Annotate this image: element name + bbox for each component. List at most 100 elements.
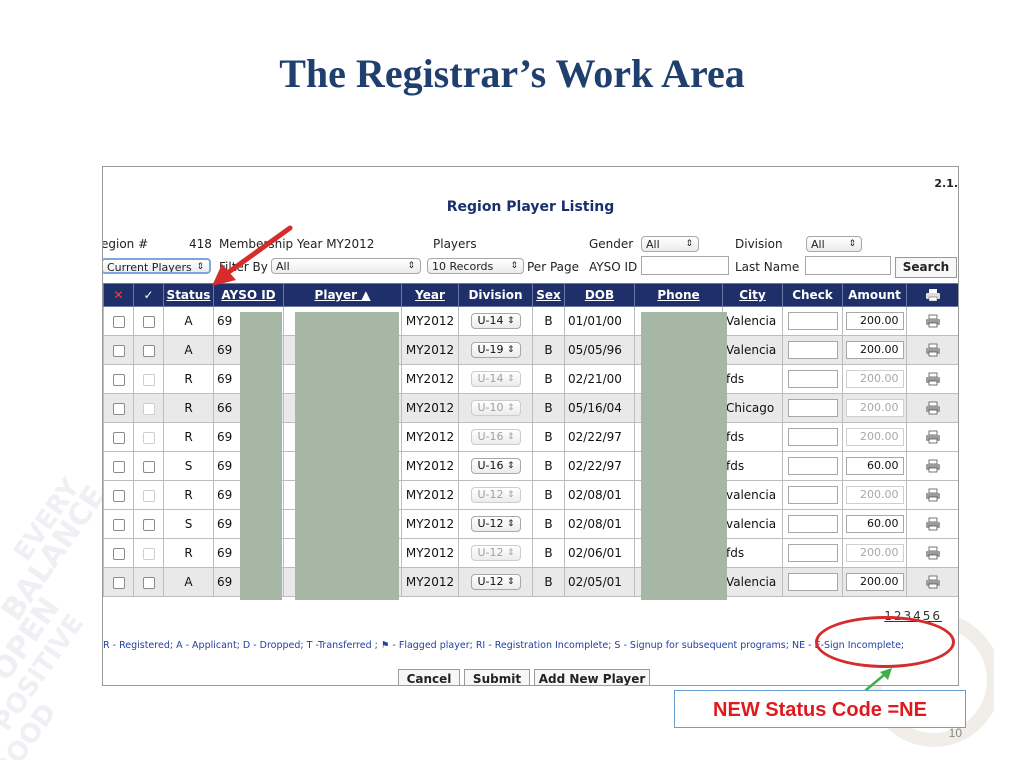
delete-cell[interactable]	[103, 451, 134, 481]
division-select[interactable]: U-14 ⇕	[470, 371, 521, 387]
select-cell[interactable]	[133, 306, 164, 336]
print-cell[interactable]	[906, 393, 958, 423]
select-checkbox[interactable]	[142, 344, 155, 357]
division-select[interactable]: U-16 ⇕	[470, 429, 521, 445]
print-cell[interactable]	[906, 567, 958, 597]
print-cell[interactable]	[906, 422, 958, 452]
division-select[interactable]: U-12 ⇕	[470, 516, 521, 532]
delete-checkbox[interactable]	[112, 431, 125, 444]
print-cell[interactable]	[906, 306, 958, 336]
delete-checkbox[interactable]	[112, 315, 125, 328]
select-cell[interactable]	[133, 451, 164, 481]
amount-input[interactable]: 200.00	[845, 486, 904, 504]
check-number-input[interactable]	[787, 312, 838, 330]
division-select[interactable]: U-14 ⇕	[470, 313, 521, 329]
year-header[interactable]: Year	[401, 283, 459, 307]
check-number-input[interactable]	[787, 573, 838, 591]
search-button[interactable]: Search	[895, 257, 957, 278]
division-select[interactable]: U-12 ⇕	[470, 487, 521, 503]
check-number-input[interactable]	[787, 399, 838, 417]
print-all-header[interactable]	[906, 283, 958, 307]
check-number-input[interactable]	[787, 341, 838, 359]
delete-checkbox[interactable]	[112, 576, 125, 589]
select-checkbox[interactable]	[142, 402, 155, 415]
select-checkbox[interactable]	[142, 489, 155, 502]
division-select[interactable]: U-12 ⇕	[470, 545, 521, 561]
filter-by-select[interactable]: All ⇕	[271, 258, 421, 274]
division-select[interactable]: U-12 ⇕	[470, 574, 521, 590]
select-cell[interactable]	[133, 538, 164, 568]
print-cell[interactable]	[906, 509, 958, 539]
status-header[interactable]: Status	[163, 283, 214, 307]
last-name-input[interactable]	[805, 256, 891, 275]
delete-cell[interactable]	[103, 393, 134, 423]
delete-cell[interactable]	[103, 538, 134, 568]
check-number-input[interactable]	[787, 428, 838, 446]
records-per-page-select[interactable]: 10 Records ⇕	[427, 258, 524, 274]
check-number-input[interactable]	[787, 486, 838, 504]
division-select[interactable]: U-19 ⇕	[470, 342, 521, 358]
amount-input[interactable]: 200.00	[845, 341, 904, 359]
add-new-player-button[interactable]: Add New Player	[534, 669, 650, 685]
gender-select[interactable]: All ⇕	[641, 236, 699, 252]
select-cell[interactable]	[133, 364, 164, 394]
select-checkbox[interactable]	[142, 576, 155, 589]
amount-input[interactable]: 200.00	[845, 399, 904, 417]
print-cell[interactable]	[906, 480, 958, 510]
select-checkbox[interactable]	[142, 315, 155, 328]
division-filter-select[interactable]: All ⇕	[806, 236, 862, 252]
sex-header[interactable]: Sex	[532, 283, 565, 307]
delete-cell[interactable]	[103, 567, 134, 597]
delete-cell[interactable]	[103, 364, 134, 394]
check-number-input[interactable]	[787, 544, 838, 562]
delete-checkbox[interactable]	[112, 373, 125, 386]
city-header[interactable]: City	[722, 283, 783, 307]
delete-checkbox[interactable]	[112, 518, 125, 531]
check-number-input[interactable]	[787, 457, 838, 475]
check-number-input[interactable]	[787, 515, 838, 533]
amount-input[interactable]: 200.00	[845, 370, 904, 388]
select-checkbox[interactable]	[142, 460, 155, 473]
delete-cell[interactable]	[103, 509, 134, 539]
players-select[interactable]: Current Players ⇕	[103, 258, 211, 274]
division-select[interactable]: U-10 ⇕	[470, 400, 521, 416]
print-cell[interactable]	[906, 335, 958, 365]
delete-column-header[interactable]: ✕	[103, 283, 134, 307]
select-checkbox[interactable]	[142, 518, 155, 531]
amount-input[interactable]: 200.00	[845, 573, 904, 591]
delete-checkbox[interactable]	[112, 402, 125, 415]
amount-input[interactable]: 60.00	[845, 457, 904, 475]
division-select[interactable]: U-16 ⇕	[470, 458, 521, 474]
amount-input[interactable]: 200.00	[845, 312, 904, 330]
amount-input[interactable]: 200.00	[845, 544, 904, 562]
print-cell[interactable]	[906, 451, 958, 481]
delete-checkbox[interactable]	[112, 344, 125, 357]
delete-cell[interactable]	[103, 306, 134, 336]
ayso-id-input[interactable]	[641, 256, 729, 275]
delete-cell[interactable]	[103, 480, 134, 510]
phone-header[interactable]: Phone	[634, 283, 723, 307]
cancel-button[interactable]: Cancel	[398, 669, 460, 685]
select-checkbox[interactable]	[142, 547, 155, 560]
dob-header[interactable]: DOB	[564, 283, 635, 307]
delete-cell[interactable]	[103, 335, 134, 365]
delete-cell[interactable]	[103, 422, 134, 452]
ayso-id-header[interactable]: AYSO ID	[213, 283, 284, 307]
select-cell[interactable]	[133, 422, 164, 452]
select-cell[interactable]	[133, 335, 164, 365]
player-header[interactable]: Player ▲	[283, 283, 402, 307]
select-cell[interactable]	[133, 567, 164, 597]
delete-checkbox[interactable]	[112, 547, 125, 560]
print-cell[interactable]	[906, 364, 958, 394]
delete-checkbox[interactable]	[112, 489, 125, 502]
select-checkbox[interactable]	[142, 431, 155, 444]
check-number-input[interactable]	[787, 370, 838, 388]
select-cell[interactable]	[133, 393, 164, 423]
amount-input[interactable]: 60.00	[845, 515, 904, 533]
delete-checkbox[interactable]	[112, 460, 125, 473]
select-cell[interactable]	[133, 480, 164, 510]
submit-button[interactable]: Submit	[464, 669, 530, 685]
print-cell[interactable]	[906, 538, 958, 568]
amount-input[interactable]: 200.00	[845, 428, 904, 446]
select-checkbox[interactable]	[142, 373, 155, 386]
